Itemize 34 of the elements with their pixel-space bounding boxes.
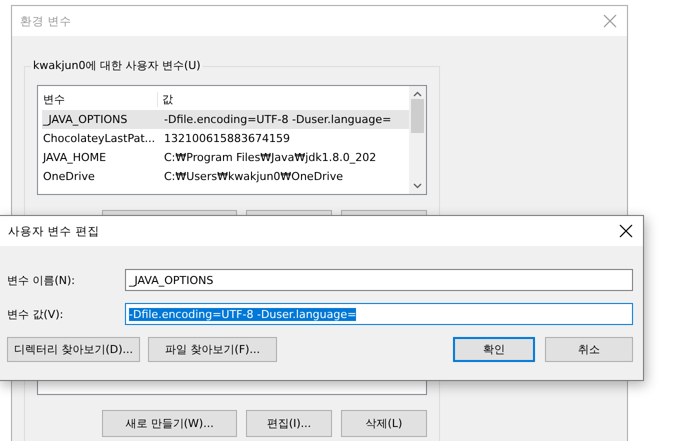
table-cell-text: OneDrive bbox=[42, 170, 96, 183]
close-icon[interactable] bbox=[619, 224, 633, 238]
browse-button[interactable]: 파일 찾아보기(F)... bbox=[148, 337, 277, 362]
scroll-up-icon[interactable] bbox=[413, 91, 422, 97]
input-field[interactable]: _JAVA_OPTIONS bbox=[125, 269, 633, 291]
table-row[interactable]: ChocolateyLastPat... 132100615883674159 bbox=[42, 129, 409, 148]
group-label: kwakjun0에 대한 사용자 변수(U) bbox=[31, 58, 203, 73]
table-cell-text: ChocolateyLastPat... bbox=[42, 132, 156, 145]
column-header[interactable]: 변수 bbox=[42, 92, 158, 106]
table-cell-text: JAVA_HOME bbox=[42, 151, 108, 164]
field-label: 변수 값(V): bbox=[7, 306, 64, 322]
scroll-thumb[interactable] bbox=[411, 99, 424, 133]
column-header[interactable]: 값 bbox=[158, 92, 173, 106]
table-cell-text: _JAVA_OPTIONS bbox=[42, 113, 128, 126]
table-cell-text: C:₩Users₩kwakjun0₩OneDrive bbox=[163, 170, 344, 183]
scrollbar[interactable] bbox=[409, 86, 426, 194]
field-label: 변수 이름(N): bbox=[7, 272, 76, 288]
table-row[interactable]: JAVA_HOME C:₩Program Files₩Java₩jdk1.8.0_202 bbox=[42, 148, 409, 167]
dialog-title: 사용자 변수 편집 bbox=[8, 224, 100, 238]
scroll-down-icon[interactable] bbox=[413, 183, 422, 189]
table-cell-text: 132100615883674159 bbox=[163, 132, 290, 145]
window-title: 환경 변수 bbox=[20, 14, 72, 28]
dialog-button[interactable]: 편집(I)... bbox=[246, 410, 332, 437]
input-field[interactable]: -Dfile.encoding=UTF-8 -Duser.language= bbox=[125, 303, 633, 325]
table-cell-text: -Dfile.encoding=UTF-8 -Duser.language= bbox=[163, 113, 392, 126]
variable-list[interactable]: 변수 값 _JAVA_OPTIONS -Dfile.encoding=UTF-8 -Duser.language= ChocolateyLastPat... 132100615883674159 JAVA_HOME C:₩Program Files₩Java₩jdk1.8.0_202 OneDrive C:₩Users₩kwakjun0₩OneDrive bbox=[37, 85, 427, 195]
ok-button[interactable]: 확인 bbox=[453, 337, 535, 362]
table-row[interactable]: OneDrive C:₩Users₩kwakjun0₩OneDrive bbox=[42, 167, 409, 186]
cancel-button[interactable]: 취소 bbox=[545, 337, 633, 362]
table-cell-text: C:₩Program Files₩Java₩jdk1.8.0_202 bbox=[163, 151, 376, 164]
dialog-button[interactable]: 새로 만들기(W)... bbox=[102, 410, 237, 437]
dialog-button[interactable]: 삭제(L) bbox=[341, 410, 427, 437]
table-row[interactable]: _JAVA_OPTIONS -Dfile.encoding=UTF-8 -Duser.language= bbox=[42, 110, 409, 129]
browse-button[interactable]: 디렉터리 찾아보기(D)... bbox=[7, 337, 140, 362]
